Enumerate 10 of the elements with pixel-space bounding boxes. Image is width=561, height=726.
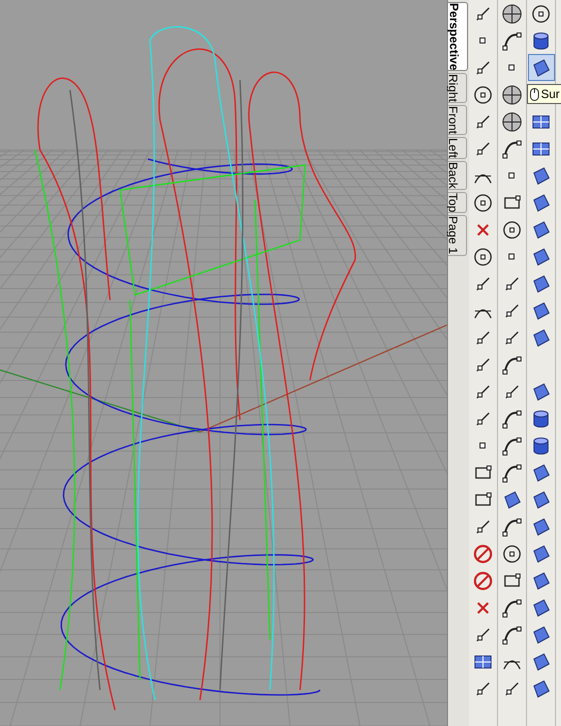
viewport-tab[interactable]: Left [448, 137, 467, 160]
viewport-tab[interactable]: Right [448, 73, 467, 104]
surface-icon[interactable] [528, 54, 554, 81]
tooltip-text: Sur [541, 86, 560, 103]
viewport-tab[interactable]: Perspective [448, 2, 468, 72]
viewport-tab[interactable]: Back [448, 161, 467, 190]
viewport-tab[interactable]: Front [448, 105, 467, 136]
mouse-icon [530, 88, 539, 100]
viewport-tab[interactable]: Page 1 [448, 215, 467, 256]
viewport-tab[interactable]: Top [448, 192, 467, 214]
